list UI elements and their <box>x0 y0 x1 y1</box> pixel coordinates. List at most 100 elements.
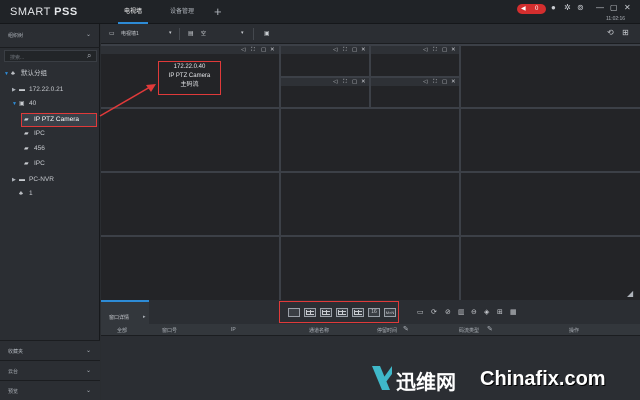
edit-icon[interactable]: ✎ <box>403 325 409 333</box>
speaker-icon[interactable]: ◁ <box>423 47 427 53</box>
layout-1-button[interactable] <box>288 308 300 317</box>
wall-cell[interactable] <box>281 109 459 171</box>
maximize-icon[interactable]: ▢ <box>352 79 357 85</box>
clear-icon[interactable]: ⊘ <box>445 308 451 316</box>
wall-cell[interactable] <box>461 173 640 235</box>
wall-cell[interactable] <box>101 173 279 235</box>
nvr-icon: ▬ <box>19 177 25 183</box>
refresh-icon[interactable]: ⟳ <box>431 308 437 316</box>
close-icon[interactable]: ✕ <box>451 79 456 85</box>
resize-grip-icon[interactable]: ◢ <box>627 289 633 298</box>
split-icon[interactable]: ⊞ <box>497 308 503 316</box>
tv-wall-select[interactable]: 电视墙1 <box>121 30 139 37</box>
wall-cell[interactable] <box>461 109 640 171</box>
tv-wall-icon: ▭ <box>109 31 115 37</box>
gear-icon[interactable]: ✲ <box>564 3 571 12</box>
alarm-badge[interactable]: ◀ 0 <box>517 4 546 14</box>
user-icon[interactable]: ● <box>551 3 556 12</box>
calendar-icon[interactable]: ▦ <box>510 308 517 316</box>
lock-icon[interactable]: ⊚ <box>577 3 584 12</box>
maximize-icon[interactable]: ▢ <box>442 79 447 85</box>
delete-icon[interactable]: ▥ <box>458 308 465 316</box>
minimize-icon[interactable]: — <box>596 3 604 12</box>
maximize-icon[interactable]: ▢ <box>610 3 618 12</box>
wall-cell[interactable] <box>461 46 640 107</box>
layout-9-button[interactable] <box>352 308 364 317</box>
expand-arrow-icon[interactable]: ▼ <box>4 68 11 80</box>
message-icon[interactable]: ▭ <box>417 308 424 316</box>
sync-icon[interactable]: ⟲ <box>607 28 614 37</box>
chevron-right-icon: ▸ <box>143 314 146 320</box>
close-icon[interactable]: ✕ <box>270 47 275 53</box>
tree-item-pc-nvr[interactable]: ▶ ▬ PC-NVR <box>12 174 54 186</box>
camera-icon: ▰ <box>24 161 29 167</box>
wall-cell[interactable] <box>281 173 459 235</box>
chevron-down-icon[interactable]: ▾ <box>169 30 172 36</box>
wall-cell[interactable] <box>461 237 640 300</box>
layout-4-button[interactable] <box>304 308 316 317</box>
tree-item-40[interactable]: ▼ ▣ 40 <box>12 98 36 110</box>
fullscreen-icon[interactable]: ⛶ <box>343 79 347 86</box>
speaker-icon[interactable]: ◁ <box>333 79 337 85</box>
fullscreen-icon[interactable]: ⛶ <box>433 47 437 54</box>
speaker-icon[interactable]: ◁ <box>333 47 337 53</box>
fullscreen-icon[interactable]: ⛶ <box>343 47 347 54</box>
tree-item-ipc[interactable]: ▰ IPC <box>24 128 45 140</box>
maximize-icon[interactable]: ▢ <box>442 47 447 53</box>
maximize-icon[interactable]: ▢ <box>261 47 266 53</box>
plan-select[interactable]: 空 <box>201 30 206 37</box>
tree-item-default-group[interactable]: ▼ ♣ 默认分组 <box>4 68 47 80</box>
close-icon[interactable]: ✕ <box>624 3 631 12</box>
fullscreen-icon[interactable]: ⛶ <box>433 79 437 86</box>
edit-icon[interactable]: ✎ <box>487 325 493 333</box>
layout-custom-button[interactable]: M×N <box>384 308 396 317</box>
add-tab-icon[interactable]: + <box>214 4 222 19</box>
wall-cell[interactable] <box>101 237 279 300</box>
maximize-icon[interactable]: ▢ <box>352 47 357 53</box>
tab-tv-wall[interactable]: 电视墙 <box>118 0 148 24</box>
section-label: 收藏夹 <box>8 349 24 355</box>
column-all[interactable]: 全部 <box>117 327 127 334</box>
group-icon: ♣ <box>11 71 15 77</box>
fullscreen-icon[interactable]: ⛶ <box>251 47 255 54</box>
stop-icon[interactable]: ⊖ <box>471 308 477 316</box>
grid-settings-icon[interactable]: ⊞ <box>622 28 629 37</box>
save-icon[interactable]: ▣ <box>264 30 270 37</box>
tab-window-details[interactable]: 窗口详情 ▸ <box>101 300 149 324</box>
layout-8-button[interactable] <box>336 308 348 317</box>
tag-icon[interactable]: ◈ <box>484 308 489 316</box>
layout-6-button[interactable] <box>320 308 332 317</box>
expand-arrow-icon[interactable]: ▼ <box>12 98 19 110</box>
collapse-arrow-icon[interactable]: ▶ <box>12 174 19 186</box>
tree-item-ip-ptz-camera[interactable]: ▰ IP PTZ Camera <box>24 114 79 126</box>
speaker-icon[interactable]: ◁ <box>241 47 245 53</box>
watermark-cn: 迅维网 <box>396 370 456 394</box>
org-tree-label: 组织树 <box>8 33 24 39</box>
close-icon[interactable]: ✕ <box>451 47 456 53</box>
close-icon[interactable]: ✕ <box>361 79 366 85</box>
sidebar-section-ptz[interactable]: 云台 ⌄ <box>0 360 100 380</box>
tab-device-management[interactable]: 设备管理 <box>164 0 200 24</box>
wall-cell[interactable] <box>281 237 459 300</box>
org-tree-header[interactable]: 组织树 ⌄ <box>0 24 100 48</box>
wall-cell[interactable]: ◁ ⛶ ▢ ✕ <box>281 78 369 107</box>
search-box[interactable]: 搜索... ⌕ <box>4 50 97 62</box>
tree-item-ipc-2[interactable]: ▰ IPC <box>24 158 45 170</box>
layout-16-button[interactable]: 16 <box>368 308 380 317</box>
tree-item-172-22-0-21[interactable]: ▶ ▬ 172.22.0.21 <box>12 84 63 96</box>
wall-cell[interactable] <box>101 109 279 171</box>
sidebar-section-favorites[interactable]: 收藏夹 ⌄ <box>0 340 100 360</box>
search-icon[interactable]: ⌕ <box>87 51 91 61</box>
tree-item-456[interactable]: ▰ 456 <box>24 143 45 155</box>
wall-cell[interactable]: ◁ ⛶ ▢ ✕ <box>371 46 459 76</box>
chevron-down-icon[interactable]: ▾ <box>241 30 244 36</box>
close-icon[interactable]: ✕ <box>361 47 366 53</box>
wall-cell[interactable]: ◁ ⛶ ▢ ✕ <box>371 78 459 107</box>
sidebar-section-preview[interactable]: 预览 ⌄ <box>0 380 100 400</box>
search-input[interactable]: 搜索... <box>10 54 24 61</box>
column-channel-name: 通道名称 <box>309 328 330 334</box>
speaker-icon[interactable]: ◁ <box>423 79 427 85</box>
wall-cell[interactable]: ◁ ⛶ ▢ ✕ <box>281 46 369 76</box>
collapse-arrow-icon[interactable]: ▶ <box>12 84 19 96</box>
tree-item-1[interactable]: ♣ 1 <box>19 188 33 200</box>
